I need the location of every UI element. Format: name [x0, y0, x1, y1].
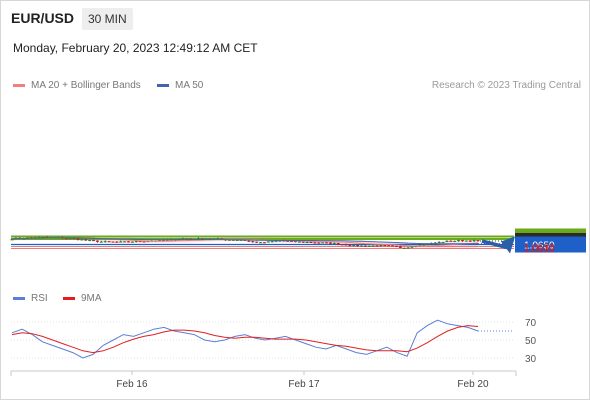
candle-body	[127, 241, 130, 243]
candle-body	[317, 242, 321, 244]
candle-body	[64, 238, 68, 240]
candle-body	[383, 245, 387, 247]
candle-body	[88, 240, 92, 242]
candle-body	[402, 247, 406, 249]
candle-body	[441, 241, 445, 243]
candle-body	[119, 241, 123, 243]
candle-body	[95, 240, 99, 242]
candle-body	[398, 246, 402, 248]
x-axis-label: Feb 17	[288, 379, 320, 390]
candle-body	[76, 238, 80, 240]
candle-body	[111, 241, 115, 243]
rsi-tick-label: 50	[525, 336, 537, 347]
candle-body	[356, 245, 360, 247]
candle-body	[251, 241, 255, 243]
candle-body	[130, 241, 134, 243]
x-axis-label: Feb 16	[116, 379, 148, 390]
candle-body	[445, 240, 449, 242]
candle-body	[313, 242, 317, 244]
candle-body	[325, 242, 329, 244]
candle-body	[352, 245, 356, 247]
candle-body	[84, 239, 88, 241]
candle-body	[468, 240, 472, 242]
candle-body	[449, 240, 453, 242]
candle-body	[367, 245, 371, 247]
candle-body	[457, 240, 461, 242]
candle-body	[348, 245, 352, 247]
candle-body	[142, 241, 146, 243]
candle-body	[321, 242, 325, 244]
candle-body	[375, 245, 379, 247]
candle-body	[387, 245, 391, 247]
candle-body	[426, 244, 430, 246]
candle-body	[255, 241, 259, 243]
candle-body	[453, 240, 457, 242]
candle-body	[92, 240, 96, 242]
price-chart: 1.07301.07051.06851.06501.06301.0610 30 5…	[10, 228, 586, 390]
candle-body	[301, 241, 305, 243]
rsi-tick-label: 30	[525, 354, 537, 365]
candle-body	[410, 246, 414, 248]
candle-body	[422, 244, 426, 246]
candle-body	[305, 241, 309, 243]
x-axis: Feb 16 Feb 17 Feb 20	[10, 370, 517, 390]
candle-body	[340, 244, 344, 246]
candle-body	[371, 245, 375, 247]
price-level-labels: 1.07301.07051.06851.06501.06301.0610	[515, 228, 586, 256]
candle-body	[464, 240, 468, 242]
candle-body	[363, 245, 367, 247]
candle-body	[134, 240, 138, 242]
candle-body	[379, 245, 383, 247]
candle-body	[297, 241, 301, 243]
candle-body	[394, 245, 398, 247]
candle-body	[270, 241, 274, 243]
candle-body	[80, 239, 84, 241]
candle-body	[259, 242, 263, 244]
candle-body	[328, 242, 332, 244]
support-label: 1.0610	[524, 245, 555, 256]
candle-body	[103, 241, 107, 243]
candle-body	[391, 245, 395, 247]
candle-body	[476, 240, 480, 242]
candle-body	[115, 241, 119, 243]
candle-body	[247, 240, 251, 242]
candle-body	[406, 247, 410, 249]
candle-body	[262, 242, 266, 244]
candle-body	[360, 245, 363, 247]
x-axis-label: Feb 20	[457, 379, 489, 390]
rsi-panel: 30 50 70	[11, 318, 537, 365]
candle-body	[437, 241, 441, 243]
candle-body	[332, 243, 336, 245]
candle-body	[266, 241, 270, 243]
candle-body	[107, 241, 111, 243]
candle-body	[344, 244, 348, 246]
rsi-tick-label: 70	[525, 318, 537, 329]
candle-body	[336, 243, 340, 245]
candle-body	[460, 240, 464, 242]
rsi-line	[11, 319, 479, 359]
candle-body	[99, 241, 103, 243]
candle-body	[309, 241, 313, 243]
candle-body	[123, 241, 127, 243]
rsi-ma-line	[11, 325, 479, 354]
candle-body	[472, 240, 476, 242]
